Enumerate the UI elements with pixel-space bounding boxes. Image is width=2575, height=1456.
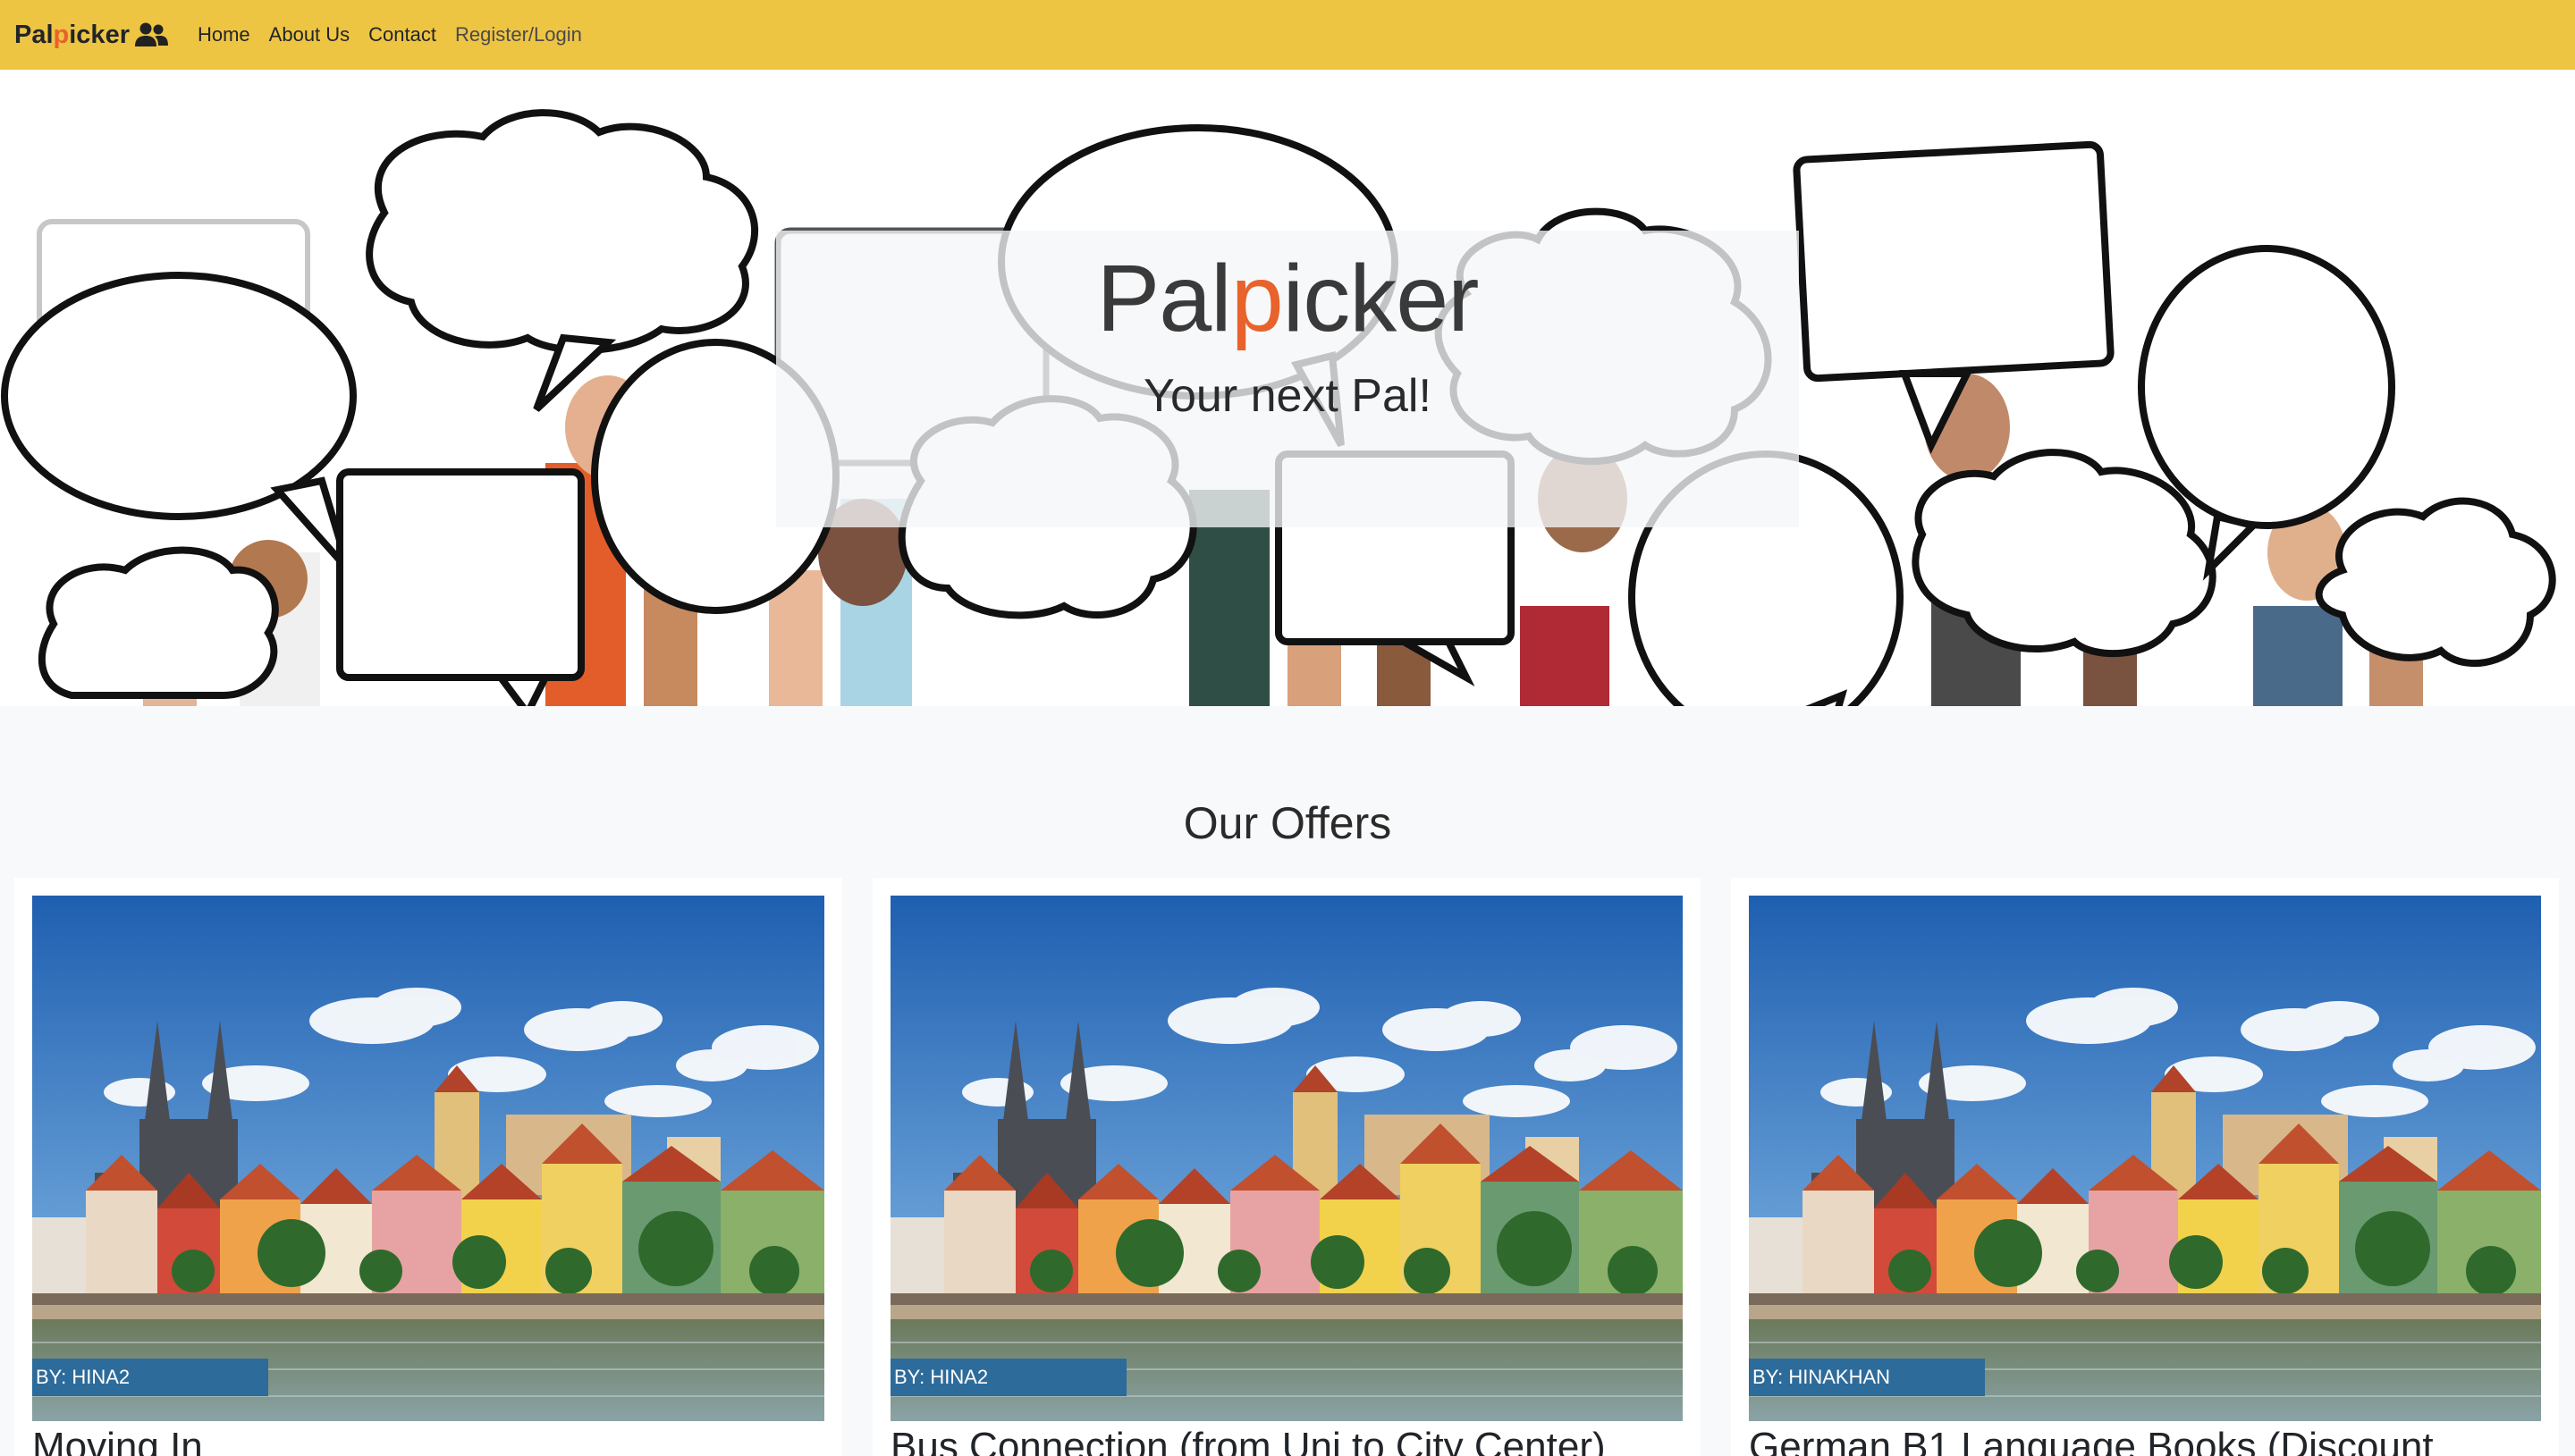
hero-title-accent: p — [1230, 246, 1284, 351]
offer-card[interactable]: BY: HINA2 Bus Connection (from Uni to Ci… — [873, 878, 1701, 1456]
offer-author-badge: BY: HINA2 — [891, 1359, 1127, 1396]
city-skyline-photo — [1749, 896, 2541, 1421]
brand-text-accent: p — [53, 20, 70, 49]
offer-card[interactable]: BY: HINA2 Moving In — [14, 878, 842, 1456]
offer-card[interactable]: BY: HINAKHAN German B1 Language Books (D… — [1731, 878, 2559, 1456]
hero-title-prefix: Pal — [1096, 246, 1232, 351]
nav-home[interactable]: Home — [198, 23, 250, 46]
users-icon — [134, 22, 168, 46]
hero-title-suffix: icker — [1282, 246, 1480, 351]
brand-text-suffix: icker — [69, 20, 130, 49]
brand-logo[interactable]: Pal p icker — [14, 21, 169, 50]
nav-about-us[interactable]: About Us — [269, 23, 350, 46]
hero-title-panel: Palpicker Your next Pal! — [776, 231, 1799, 527]
city-skyline-photo — [32, 896, 824, 1421]
hero-subtitle: Your next Pal! — [1144, 370, 1431, 422]
brand-text-prefix: Pal — [14, 20, 54, 49]
city-skyline-photo — [891, 896, 1683, 1421]
hero-title: Palpicker — [1096, 245, 1480, 353]
offer-author-badge: BY: HINA2 — [32, 1359, 268, 1396]
offer-title[interactable]: Moving In — [32, 1425, 837, 1456]
offers-heading: Our Offers — [1183, 798, 1392, 848]
nav-contact[interactable]: Contact — [368, 23, 436, 46]
offer-image[interactable] — [1749, 896, 2541, 1421]
offer-image[interactable] — [891, 896, 1683, 1421]
offer-title[interactable]: Bus Connection (from Uni to City Center) — [891, 1425, 1695, 1456]
offer-image[interactable] — [32, 896, 824, 1421]
navbar: Pal p icker Home About Us Contact Register… — [0, 0, 2575, 70]
offer-title[interactable]: German B1 Language Books (Discount — [1749, 1425, 2554, 1456]
offer-author-badge: BY: HINAKHAN — [1749, 1359, 1985, 1396]
nav-register-login[interactable]: Register/Login — [455, 23, 582, 46]
hero-banner: Palpicker Your next Pal! — [0, 70, 2575, 706]
